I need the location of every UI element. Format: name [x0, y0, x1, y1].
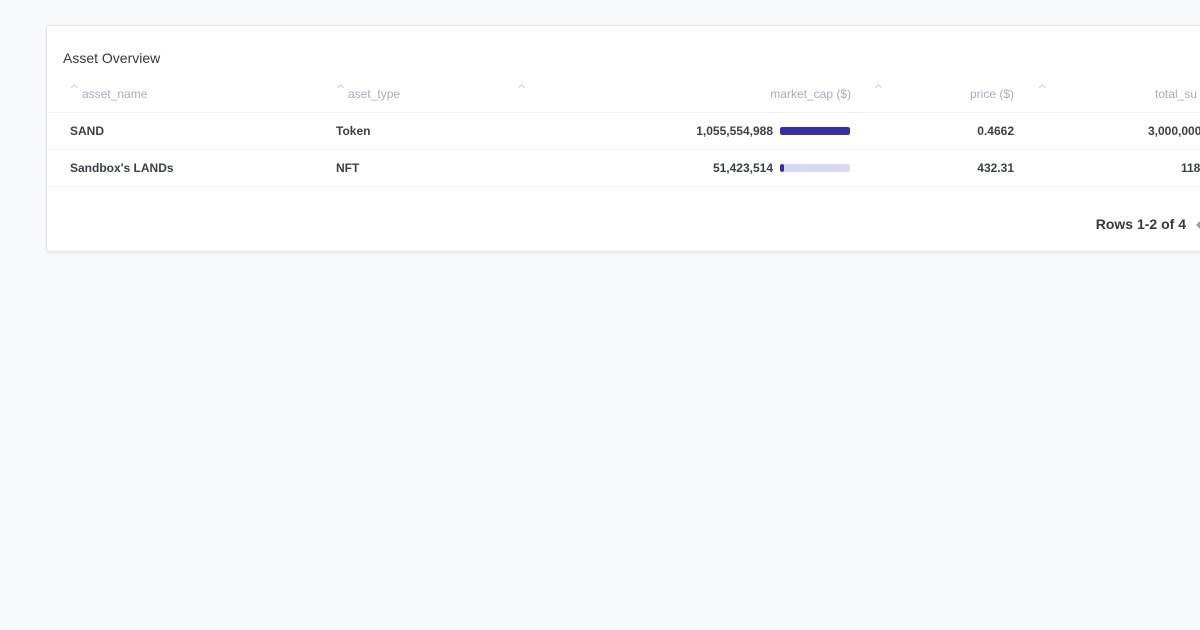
column-header-aset-type[interactable]: aset_type: [348, 76, 400, 112]
market-cap-bar: [780, 164, 850, 172]
cell-asset-name: SAND: [70, 124, 105, 138]
column-header-market-cap[interactable]: market_cap ($): [607, 76, 851, 112]
column-header-asset-name[interactable]: asset_name: [82, 76, 147, 112]
cell-price: 0.4662: [977, 124, 1014, 138]
cell-aset-type: Token: [336, 124, 371, 138]
market-cap-bar-fill: [780, 164, 785, 172]
column-header-total-supply[interactable]: total_su: [1155, 76, 1197, 112]
cell-market-cap: 51,423,514: [712, 161, 773, 175]
asset-table: asset_name aset_type market_cap ($) pric…: [47, 76, 1200, 187]
market-cap-bar: [780, 127, 850, 135]
table-row[interactable]: SAND Token 1,055,554,988 0.4662 3,000,00…: [47, 113, 1200, 150]
card-title: Asset Overview: [63, 50, 161, 66]
market-cap-bar-fill: [780, 127, 850, 135]
cell-aset-type: NFT: [336, 161, 360, 175]
table-row[interactable]: Sandbox's LANDs NFT 51,423,514 432.31 11…: [47, 150, 1200, 187]
cell-price: 432.31: [977, 161, 1014, 175]
asset-overview-card: Asset Overview asset_name aset_type mark…: [46, 25, 1200, 252]
prev-page-icon[interactable]: [1196, 220, 1200, 230]
cell-asset-name: Sandbox's LANDs: [70, 161, 174, 175]
cell-total-supply: 3,000,000: [1148, 124, 1200, 138]
cell-market-cap: 1,055,554,988: [696, 124, 773, 138]
cell-total-supply: 118: [1181, 161, 1200, 175]
column-header-price[interactable]: price ($): [927, 76, 1014, 112]
table-header-row: asset_name aset_type market_cap ($) pric…: [47, 76, 1200, 113]
pagination-bar: Rows 1-2 of 4: [47, 216, 1200, 240]
rows-info: Rows 1-2 of 4: [1095, 216, 1186, 232]
